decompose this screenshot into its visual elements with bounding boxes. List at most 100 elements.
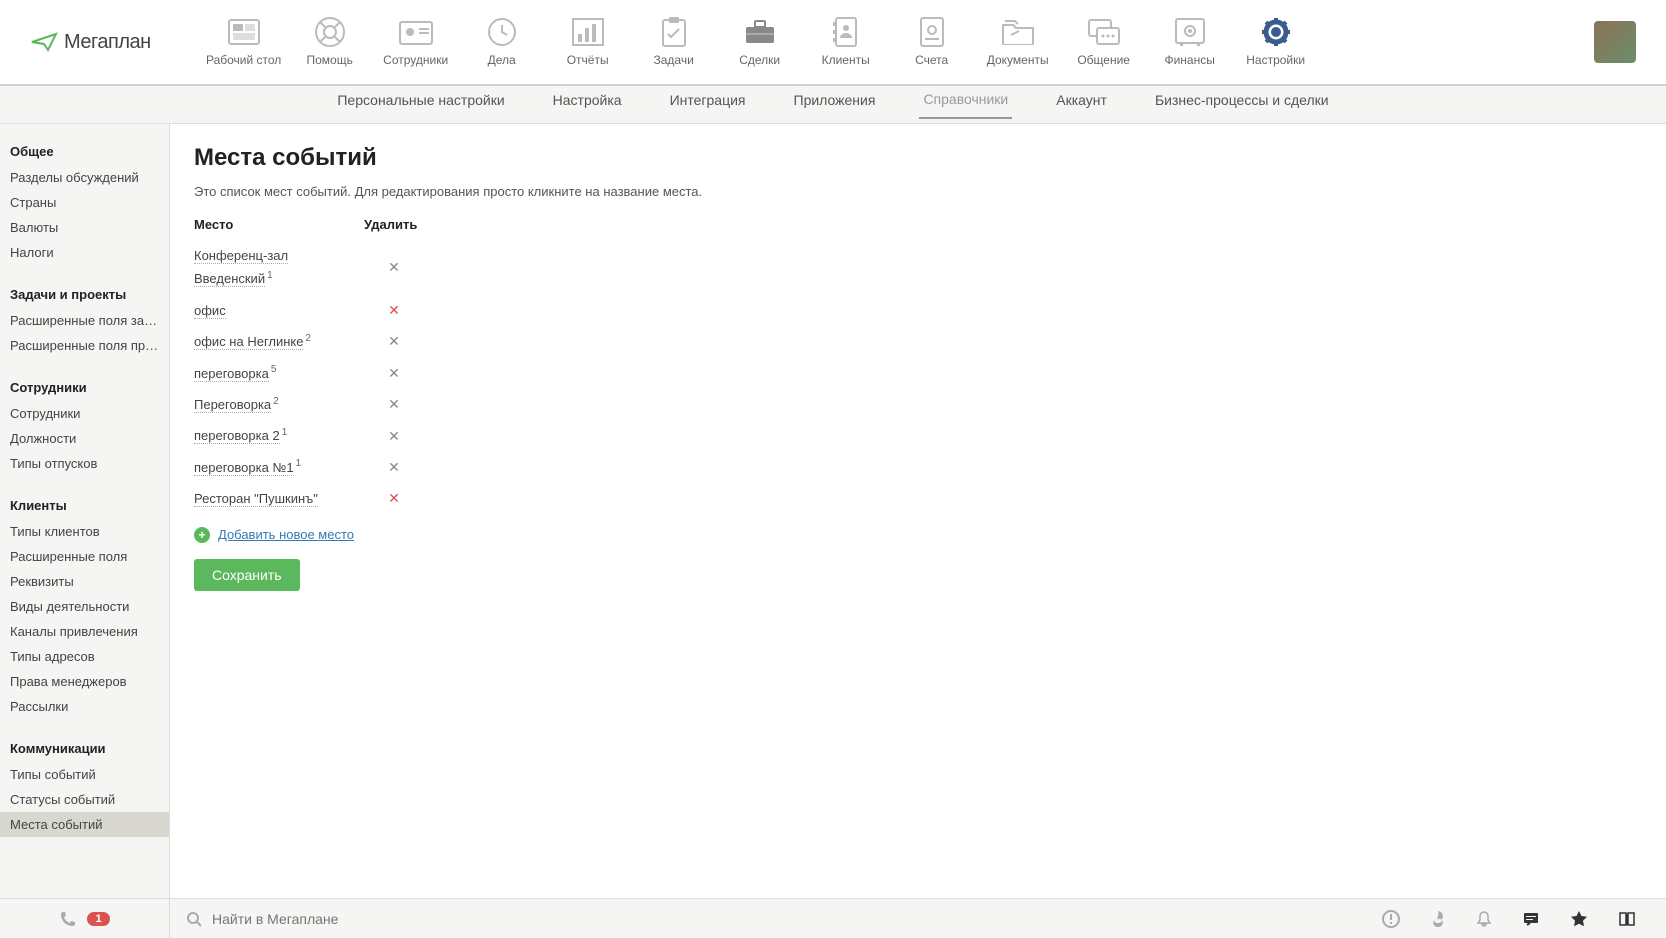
subnav-account[interactable]: Аккаунт xyxy=(1052,92,1111,118)
save-button[interactable]: Сохранить xyxy=(194,559,300,591)
sidebar-link[interactable]: Рассылки xyxy=(0,694,169,719)
header: Мегаплан Рабочий стол Помощь Сотрудники … xyxy=(0,0,1666,86)
delete-icon[interactable]: ✕ xyxy=(364,490,424,507)
nav-employees[interactable]: Сотрудники xyxy=(373,17,459,67)
table-row: Ресторан "Пушкинъ" ✕ xyxy=(194,483,1642,514)
subnav-setup[interactable]: Настройка xyxy=(549,92,626,118)
place-name[interactable]: Переговорка xyxy=(194,397,271,413)
nav-clients[interactable]: Клиенты xyxy=(803,17,889,67)
place-name[interactable]: переговорка №1 xyxy=(194,460,294,476)
notification-badge[interactable]: 1 xyxy=(87,912,109,926)
messages-icon[interactable] xyxy=(1522,910,1540,928)
logo-icon xyxy=(30,30,58,54)
sidebar-link[interactable]: Валюты xyxy=(0,215,169,240)
nav-finance[interactable]: Финансы xyxy=(1147,17,1233,67)
sidebar-link[interactable]: Реквизиты xyxy=(0,569,169,594)
safe-icon xyxy=(1173,17,1207,47)
place-count: 5 xyxy=(271,364,277,375)
delete-icon[interactable]: ✕ xyxy=(364,259,424,276)
subnav-bp[interactable]: Бизнес-процессы и сделки xyxy=(1151,92,1333,118)
invoice-icon xyxy=(915,17,949,47)
places-table: Место Удалить Конференц-зал Введенский1✕… xyxy=(194,217,1642,515)
nav-tasks[interactable]: Задачи xyxy=(631,17,717,67)
table-row: переговорка 21✕ xyxy=(194,420,1642,451)
logo[interactable]: Мегаплан xyxy=(30,30,151,54)
sidebar-link[interactable]: Места событий xyxy=(0,812,169,837)
delete-icon[interactable]: ✕ xyxy=(364,396,424,413)
star-icon[interactable] xyxy=(1570,910,1588,928)
bottombar-icons xyxy=(1352,910,1666,928)
subnav-personal[interactable]: Персональные настройки xyxy=(333,92,508,118)
place-name[interactable]: Ресторан "Пушкинъ" xyxy=(194,491,318,507)
top-nav: Рабочий стол Помощь Сотрудники Дела Отчё… xyxy=(201,17,1594,67)
nav-help[interactable]: Помощь xyxy=(287,17,373,67)
id-card-icon xyxy=(399,17,433,47)
place-name[interactable]: Конференц-зал Введенский xyxy=(194,248,288,287)
nav-affairs[interactable]: Дела xyxy=(459,17,545,67)
delete-icon[interactable]: ✕ xyxy=(364,459,424,476)
main: Места событий Это список мест событий. Д… xyxy=(170,124,1666,898)
delete-icon[interactable]: ✕ xyxy=(364,428,424,445)
place-name[interactable]: офис xyxy=(194,303,226,319)
nav-settings[interactable]: Настройки xyxy=(1233,17,1319,67)
bell-icon[interactable] xyxy=(1476,910,1492,928)
col-delete-header: Удалить xyxy=(364,217,424,232)
sidebar-link[interactable]: Расширенные поля xyxy=(0,544,169,569)
fire-icon[interactable] xyxy=(1430,910,1446,928)
sidebar-link[interactable]: Права менеджеров xyxy=(0,669,169,694)
sidebar-heading: Задачи и проекты xyxy=(0,281,169,308)
sidebar-link[interactable]: Страны xyxy=(0,190,169,215)
add-place-row[interactable]: + Добавить новое место xyxy=(194,527,1642,543)
place-count: 1 xyxy=(267,270,273,281)
search-input[interactable] xyxy=(212,911,1336,927)
bottombar-left: 1 xyxy=(0,899,170,938)
place-name[interactable]: офис на Неглинке xyxy=(194,334,303,350)
briefcase-icon xyxy=(743,17,777,47)
table-row: офис на Неглинке2 ✕ xyxy=(194,326,1642,357)
sidebar-link[interactable]: Типы отпусков xyxy=(0,451,169,476)
desktop-icon xyxy=(227,17,261,47)
alert-icon[interactable] xyxy=(1382,910,1400,928)
sidebar-link[interactable]: Расширенные поля задач xyxy=(0,308,169,333)
nav-communication[interactable]: Общение xyxy=(1061,17,1147,67)
table-row: офис ✕ xyxy=(194,295,1642,326)
table-row: переговорка5 ✕ xyxy=(194,358,1642,389)
sidebar-link[interactable]: Расширенные поля проек… xyxy=(0,333,169,358)
sidebar-link[interactable]: Сотрудники xyxy=(0,401,169,426)
nav-deals[interactable]: Сделки xyxy=(717,17,803,67)
nav-invoices[interactable]: Счета xyxy=(889,17,975,67)
sidebar-heading: Общее xyxy=(0,138,169,165)
book-icon[interactable] xyxy=(1618,911,1636,927)
content: ОбщееРазделы обсужденийСтраныВалютыНалог… xyxy=(0,124,1666,898)
phone-icon[interactable] xyxy=(59,910,77,928)
sidebar-link[interactable]: Типы адресов xyxy=(0,644,169,669)
place-count: 2 xyxy=(305,333,311,344)
sidebar-link[interactable]: Налоги xyxy=(0,240,169,265)
place-name[interactable]: переговорка xyxy=(194,366,269,382)
avatar[interactable] xyxy=(1594,21,1636,63)
nav-documents[interactable]: Документы xyxy=(975,17,1061,67)
delete-icon[interactable]: ✕ xyxy=(364,333,424,350)
search-wrap xyxy=(170,911,1352,927)
sidebar-link[interactable]: Каналы привлечения xyxy=(0,619,169,644)
nav-desktop[interactable]: Рабочий стол xyxy=(201,17,287,67)
sidebar-link[interactable]: Должности xyxy=(0,426,169,451)
subnav-apps[interactable]: Приложения xyxy=(790,92,880,118)
place-count: 2 xyxy=(273,396,279,407)
delete-icon[interactable]: ✕ xyxy=(364,302,424,319)
delete-icon[interactable]: ✕ xyxy=(364,365,424,382)
sidebar-link[interactable]: Статусы событий xyxy=(0,787,169,812)
sidebar-heading: Клиенты xyxy=(0,492,169,519)
sidebar-link[interactable]: Виды деятельности xyxy=(0,594,169,619)
lifebuoy-icon xyxy=(313,17,347,47)
sidebar-link[interactable]: Типы клиентов xyxy=(0,519,169,544)
chart-icon xyxy=(571,17,605,47)
subnav-integration[interactable]: Интеграция xyxy=(666,92,750,118)
sidebar-heading: Сотрудники xyxy=(0,374,169,401)
subnav-directories[interactable]: Справочники xyxy=(919,91,1012,119)
sidebar-link[interactable]: Разделы обсуждений xyxy=(0,165,169,190)
sidebar-link[interactable]: Типы событий xyxy=(0,762,169,787)
table-row: переговорка №11✕ xyxy=(194,452,1642,483)
nav-reports[interactable]: Отчёты xyxy=(545,17,631,67)
place-name[interactable]: переговорка 2 xyxy=(194,428,280,444)
